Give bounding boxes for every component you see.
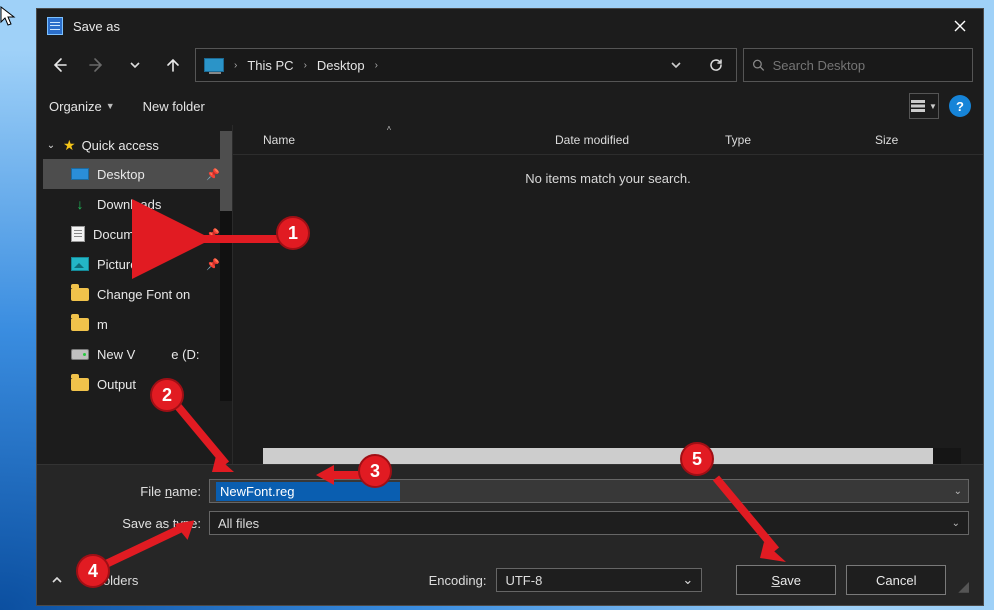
- tree-item-downloads[interactable]: ↓ Downloads: [43, 189, 232, 219]
- folder-icon: [71, 318, 89, 331]
- tree-item-pictures[interactable]: Pictures 📌: [43, 249, 232, 279]
- search-icon: [752, 58, 765, 72]
- tree-item-desktop[interactable]: Desktop 📌: [43, 159, 232, 189]
- quick-access-node[interactable]: ⌄ ★ Quick access: [43, 131, 232, 159]
- encoding-label: Encoding:: [429, 573, 487, 588]
- toolbar: Organize ▼ New folder ▼ ?: [37, 87, 983, 125]
- tree-scrollbar-thumb[interactable]: [220, 131, 232, 211]
- chevron-down-icon: ⌄: [952, 518, 960, 529]
- address-bar[interactable]: › This PC › Desktop ›: [195, 48, 737, 82]
- filetype-label: Save as type:: [51, 516, 201, 531]
- refresh-icon: [708, 57, 724, 73]
- tree-item-folder[interactable]: m: [43, 309, 232, 339]
- tree-item-label: Desktop: [97, 167, 145, 182]
- tree-item-folder[interactable]: Change Font on: [43, 279, 232, 309]
- desktop-icon: [71, 168, 89, 180]
- tree-item-label: Documents: [93, 227, 159, 242]
- drive-icon: [71, 349, 89, 360]
- tree-item-label: Pictures: [97, 257, 144, 272]
- column-size[interactable]: Size: [865, 125, 983, 154]
- address-dropdown[interactable]: [658, 49, 694, 81]
- chevron-down-icon[interactable]: ⌄: [954, 486, 962, 497]
- organize-menu[interactable]: Organize ▼: [49, 99, 115, 114]
- breadcrumb-sep-icon: ›: [302, 60, 309, 71]
- nav-tree: ⌄ ★ Quick access Desktop 📌 ↓ Downloads D…: [37, 125, 233, 464]
- breadcrumb-desktop[interactable]: Desktop: [313, 56, 369, 75]
- document-icon: [71, 226, 85, 242]
- chevron-up-icon: [51, 574, 63, 586]
- filename-input[interactable]: [216, 482, 400, 501]
- filetype-field[interactable]: All files ⌄: [209, 511, 969, 535]
- empty-message: No items match your search.: [233, 171, 983, 186]
- view-button[interactable]: ▼: [909, 93, 939, 119]
- nav-row: › This PC › Desktop ›: [37, 43, 983, 87]
- dialog-body: ⌄ ★ Quick access Desktop 📌 ↓ Downloads D…: [37, 125, 983, 464]
- caret-down-icon: ▼: [106, 101, 115, 111]
- arrow-up-icon: [164, 56, 182, 74]
- dialog-icon: [47, 17, 63, 35]
- dialog-title: Save as: [73, 19, 937, 34]
- picture-icon: [71, 257, 89, 271]
- folder-icon: [71, 378, 89, 391]
- encoding-select[interactable]: UTF-8 ⌄: [496, 568, 702, 592]
- up-button[interactable]: [157, 49, 189, 81]
- titlebar: Save as: [37, 9, 983, 43]
- resize-grip-icon[interactable]: ◢: [958, 578, 969, 595]
- download-icon: ↓: [71, 196, 89, 212]
- chevron-down-icon: ⌄: [45, 140, 57, 151]
- quick-access-label: Quick access: [82, 138, 159, 153]
- tree-item-documents[interactable]: Documents 📌: [43, 219, 232, 249]
- new-folder-button[interactable]: New folder: [143, 99, 205, 114]
- save-button[interactable]: Save: [736, 565, 836, 595]
- search-input[interactable]: [773, 58, 964, 73]
- organize-label: Organize: [49, 99, 102, 114]
- arrow-right-icon: [88, 56, 106, 74]
- list-view-icon: [911, 100, 925, 112]
- back-button[interactable]: [43, 49, 75, 81]
- close-button[interactable]: [937, 9, 983, 43]
- column-name[interactable]: Name ˄: [233, 125, 545, 154]
- refresh-button[interactable]: [698, 49, 734, 81]
- recent-dropdown[interactable]: [119, 49, 151, 81]
- breadcrumb-sep-icon: ›: [232, 60, 239, 71]
- filename-field[interactable]: ⌄: [209, 479, 969, 503]
- hide-folders-toggle[interactable]: Folders: [51, 573, 138, 588]
- tree-item-label: m: [97, 317, 108, 332]
- filename-label: File name:: [51, 484, 201, 499]
- hide-folders-label: Folders: [95, 573, 138, 588]
- tree-item-label: New V: [97, 347, 135, 362]
- tree-item-label: Downloads: [97, 197, 161, 212]
- forward-button[interactable]: [81, 49, 113, 81]
- column-type[interactable]: Type: [715, 125, 865, 154]
- chevron-down-icon: [670, 59, 682, 71]
- arrow-left-icon: [50, 56, 68, 74]
- close-icon: [954, 20, 966, 32]
- tree-item-suffix: e (D:: [171, 347, 199, 362]
- star-icon: ★: [63, 137, 76, 154]
- breadcrumb-sep-icon: ›: [373, 60, 380, 71]
- column-headers: Name ˄ Date modified Type Size: [233, 125, 983, 155]
- tree-item-label: Output: [97, 377, 136, 392]
- tree-item-folder[interactable]: Output: [43, 369, 232, 399]
- h-scrollbar-thumb[interactable]: [263, 448, 933, 464]
- column-date[interactable]: Date modified: [545, 125, 715, 154]
- tree-item-drive[interactable]: New V e (D:: [43, 339, 232, 369]
- encoding-value: UTF-8: [505, 573, 542, 588]
- save-as-dialog: Save as › This PC › Desktop ›: [36, 8, 984, 606]
- h-scrollbar-track[interactable]: [263, 448, 961, 464]
- pc-icon: [204, 58, 224, 72]
- search-box[interactable]: [743, 48, 973, 82]
- sort-caret-icon: ˄: [233, 124, 545, 133]
- chevron-down-icon: ⌄: [682, 572, 693, 588]
- mouse-cursor: [0, 6, 18, 28]
- help-button[interactable]: ?: [949, 95, 971, 117]
- folder-icon: [71, 288, 89, 301]
- breadcrumb-this-pc[interactable]: This PC: [243, 56, 297, 75]
- cancel-button[interactable]: Cancel: [846, 565, 946, 595]
- chevron-down-icon: [129, 59, 141, 71]
- tree-item-label: Change Font on: [97, 287, 190, 302]
- file-list-area: Name ˄ Date modified Type Size No items …: [233, 125, 983, 464]
- filetype-value: All files: [218, 516, 259, 531]
- bottom-panel: File name: ⌄ Save as type: All files ⌄ F…: [37, 464, 983, 605]
